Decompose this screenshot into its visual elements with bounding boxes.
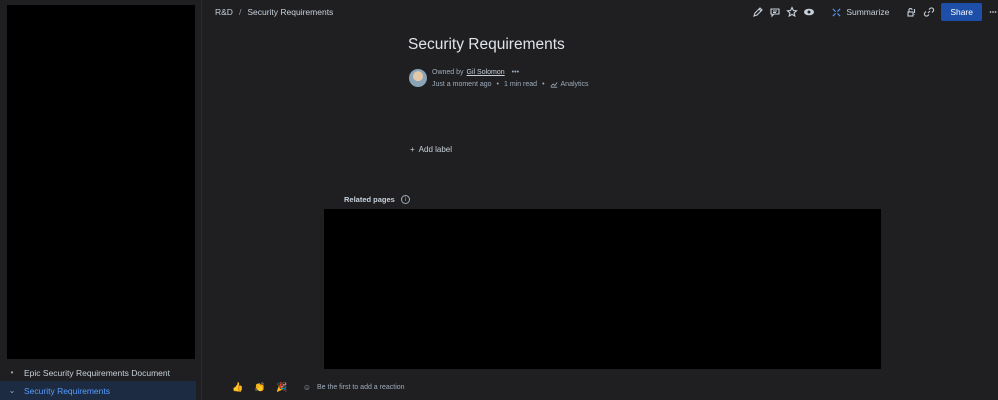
more-icon[interactable] [988,4,998,21]
analytics-icon [550,82,558,88]
sidebar: • Epic Security Requirements Document ⌄ … [0,0,202,400]
star-icon[interactable] [783,4,800,21]
add-label-text: Add label [418,145,453,154]
plus-icon: + [410,145,415,154]
add-label-button[interactable]: + Add label [410,145,452,154]
owner-line: Owned by Gil Solomon ••• [432,69,519,76]
meta-dot: • [496,80,499,88]
add-reaction-icon[interactable]: ☺ [301,383,313,392]
meta-dot: • [542,80,545,88]
info-icon[interactable]: i [400,195,410,204]
edited-time: Just a moment ago [432,80,492,88]
party-reaction[interactable]: 🎉 [271,382,293,393]
share-button[interactable]: Share [941,3,982,21]
eye-icon[interactable] [800,4,817,21]
sidebar-item-epic-security-requirements[interactable]: • Epic Security Requirements Document [0,363,196,382]
page-meta: Just a moment ago • 1 min read • Analyti… [432,80,589,88]
related-pages-label: Related pages [344,195,395,204]
avatar[interactable] [409,69,427,87]
thumbs-up-reaction[interactable]: 👍 [227,382,249,393]
breadcrumb: R&D / Security Requirements [215,7,333,17]
comment-icon[interactable] [766,4,783,21]
sidebar-item-security-requirements[interactable]: ⌄ Security Requirements [0,381,196,400]
restriction-icon[interactable] [903,4,920,21]
read-time: 1 min read [503,80,538,88]
clap-reaction[interactable]: 👏 [249,382,271,393]
summarize-button[interactable]: Summarize [831,7,889,18]
summarize-label: Summarize [846,7,890,17]
page-title: Security Requirements [408,36,565,53]
breadcrumb-space[interactable]: R&D [215,7,233,17]
sidebar-item-label: Security Requirements [24,385,110,396]
bullet-icon: • [10,368,14,377]
page-toolbar: Summarize Share [749,3,998,21]
link-icon[interactable] [920,4,937,21]
owner-link[interactable]: Gil Solomon [467,69,505,76]
summarize-icon [832,7,841,17]
reactions-bar: 👍 👏 🎉 ☺ Be the first to add a reaction [227,380,405,394]
breadcrumb-page[interactable]: Security Requirements [247,7,333,17]
chevron-down-icon[interactable]: ⌄ [0,386,24,395]
more-icon[interactable]: ••• [512,69,519,76]
reaction-prompt: Be the first to add a reaction [317,383,405,391]
sidebar-item-label: Epic Security Requirements Document [24,367,170,378]
analytics-link[interactable]: Analytics [550,80,589,88]
analytics-label: Analytics [560,80,589,88]
related-pages-header: Related pages i [344,195,410,204]
owned-by-label: Owned by [432,69,464,76]
top-bar: R&D / Security Requirements Summarize Sh… [202,0,998,24]
sidebar-redacted-area [7,5,195,359]
related-pages-redacted-area [324,209,881,369]
breadcrumb-separator: / [238,7,242,17]
pencil-icon[interactable] [749,4,766,21]
